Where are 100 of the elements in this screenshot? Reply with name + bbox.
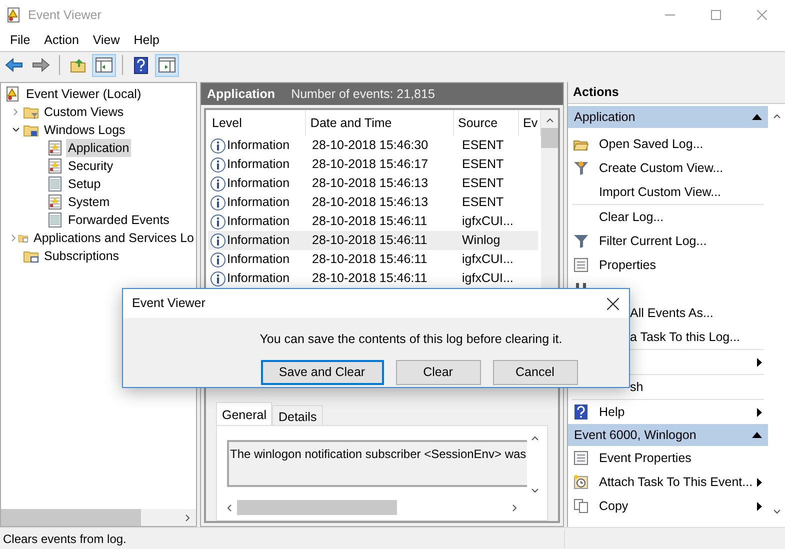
section-header[interactable]: Event 6000, Winlogon <box>568 424 768 446</box>
tree-item[interactable]: System <box>66 192 112 212</box>
scroll-left-icon[interactable] <box>225 504 233 512</box>
toolbar-button[interactable] <box>92 54 116 76</box>
dialog-button[interactable]: Cancel <box>492 360 578 385</box>
task-entry[interactable]: Create Custom View... <box>599 158 724 178</box>
task-entry[interactable]: a Task To this Log... <box>630 328 740 346</box>
event-row[interactable]: Information 28-10-2018 15:46:13 ESENT <box>208 174 538 193</box>
status-text: Clears events from log. <box>0 530 565 548</box>
task-entry[interactable]: Filter Current Log... <box>599 232 707 250</box>
tree-item[interactable]: Applications and Services Lo <box>31 228 196 248</box>
actions-title: Actions <box>573 84 619 102</box>
level-text: Information <box>227 213 290 230</box>
date-cell-text: 28-10-2018 15:46:17 <box>311 156 430 174</box>
log-alert-icon <box>47 194 63 210</box>
event-row[interactable]: Information 28-10-2018 15:46:30 ESENT <box>208 136 538 155</box>
scrollbar-thumb[interactable] <box>1 509 141 526</box>
tree-item[interactable]: Windows Logs <box>42 120 128 140</box>
task-entry[interactable]: Clear Log... <box>599 208 664 226</box>
log-icon <box>47 176 63 192</box>
scroll-up-icon[interactable] <box>772 112 780 120</box>
menu-item[interactable]: File <box>3 31 38 50</box>
level-text: Information <box>227 175 290 192</box>
maximize-icon <box>711 10 721 20</box>
submenu-arrow-icon <box>757 358 762 366</box>
event-row[interactable]: Information 28-10-2018 15:46:11 igfxCUI... <box>208 250 538 269</box>
info-icon <box>210 138 226 154</box>
back-arrow-icon <box>5 58 23 72</box>
info-icon <box>210 232 226 248</box>
scroll-up-icon[interactable] <box>546 116 554 124</box>
task-entry[interactable]: Copy <box>599 496 628 516</box>
collapse-arrow-icon[interactable] <box>752 114 762 120</box>
column-header[interactable]: Date and Time <box>306 110 454 136</box>
section-header[interactable]: Application <box>568 106 768 128</box>
event-row[interactable]: Information 28-10-2018 15:46:11 Winlog <box>208 231 538 250</box>
event-row[interactable]: Information 28-10-2018 15:46:11 igfxCUI... <box>208 269 538 288</box>
tree-item[interactable]: Application <box>66 138 132 158</box>
event-log-icon <box>5 86 21 102</box>
detail-tab[interactable]: General <box>216 402 272 425</box>
scroll-right-icon[interactable] <box>511 504 519 512</box>
menu-item[interactable]: Help <box>126 31 166 50</box>
clock-icon <box>573 474 589 490</box>
task-entry[interactable]: Attach Task To This Event... <box>599 472 753 492</box>
column-header[interactable]: Level <box>208 110 306 136</box>
task-entry[interactable]: sh <box>630 378 644 396</box>
source-cell-text: ESENT <box>461 175 505 192</box>
level-text: Information <box>227 137 290 154</box>
source-cell-text: ESENT <box>461 156 505 174</box>
level-text: Information <box>227 156 290 174</box>
info-icon <box>210 176 226 192</box>
event-row[interactable]: Information 28-10-2018 15:46:13 ESENT <box>208 193 538 212</box>
tree-item[interactable]: Forwarded Events <box>66 210 172 230</box>
task-entry[interactable]: All Events As... <box>630 304 714 322</box>
task-entry[interactable]: Import Custom View... <box>599 182 722 202</box>
section-title: Application <box>574 108 636 126</box>
date-cell-text: 28-10-2018 15:46:11 <box>311 251 428 268</box>
task-entry[interactable]: Help <box>599 402 625 422</box>
info-icon <box>210 252 226 268</box>
source-cell-text: ESENT <box>461 194 505 212</box>
tree-item[interactable]: Subscriptions <box>42 246 122 266</box>
task-entry[interactable]: Event Properties <box>599 448 692 468</box>
tree-item[interactable]: Custom Views <box>42 102 126 122</box>
submenu-arrow-icon <box>757 502 762 510</box>
event-log-icon <box>6 7 22 23</box>
source-cell-text: igfxCUI... <box>461 270 514 288</box>
task-entry[interactable]: Open Saved Log... <box>599 134 704 154</box>
menu-item[interactable]: Action <box>37 31 86 50</box>
dialog-button[interactable]: Clear <box>396 360 480 385</box>
event-row[interactable]: Information 28-10-2018 15:46:11 igfxCUI... <box>208 212 538 231</box>
help-icon <box>134 56 148 74</box>
scrollbar-thumb[interactable] <box>541 128 558 148</box>
horizontal-scrollbar[interactable] <box>1 509 196 526</box>
dialog-button[interactable]: Save and Clear <box>260 360 384 385</box>
column-header[interactable]: Source <box>454 110 519 136</box>
date-cell-text: 28-10-2018 15:46:11 <box>311 213 428 230</box>
scroll-up-icon[interactable] <box>531 434 539 442</box>
collapse-arrow-icon[interactable] <box>752 432 762 438</box>
detail-tab[interactable]: Details <box>272 405 323 425</box>
date-cell-text: 28-10-2018 15:46:13 <box>311 175 430 192</box>
tree-item[interactable]: Event Viewer (Local) <box>24 84 144 104</box>
source-cell-text: igfxCUI... <box>461 251 514 268</box>
event-description: The winlogon notification subscriber <SessionEnv> was <box>229 447 526 461</box>
window-title: Event Viewer <box>28 6 102 24</box>
scroll-down-icon[interactable] <box>531 487 539 495</box>
toolbar-button[interactable] <box>155 54 179 76</box>
pane-toggle-icon <box>158 57 176 73</box>
scrollbar-thumb[interactable] <box>237 500 397 515</box>
log-alert-icon <box>47 158 63 174</box>
scroll-right-icon[interactable] <box>184 514 192 522</box>
tree-item[interactable]: Security <box>66 156 116 176</box>
log-icon <box>47 212 63 228</box>
menu-item[interactable]: View <box>86 31 127 50</box>
event-row[interactable]: Information 28-10-2018 15:46:17 ESENT <box>208 155 538 174</box>
tree-item[interactable]: Setup <box>66 174 103 194</box>
date-cell-text: 28-10-2018 15:46:13 <box>311 194 430 212</box>
close-icon <box>757 10 767 20</box>
close-button[interactable] <box>605 296 621 312</box>
scroll-down-icon[interactable] <box>772 508 780 516</box>
level-text: Information <box>227 232 290 250</box>
task-entry[interactable]: Properties <box>599 256 656 274</box>
